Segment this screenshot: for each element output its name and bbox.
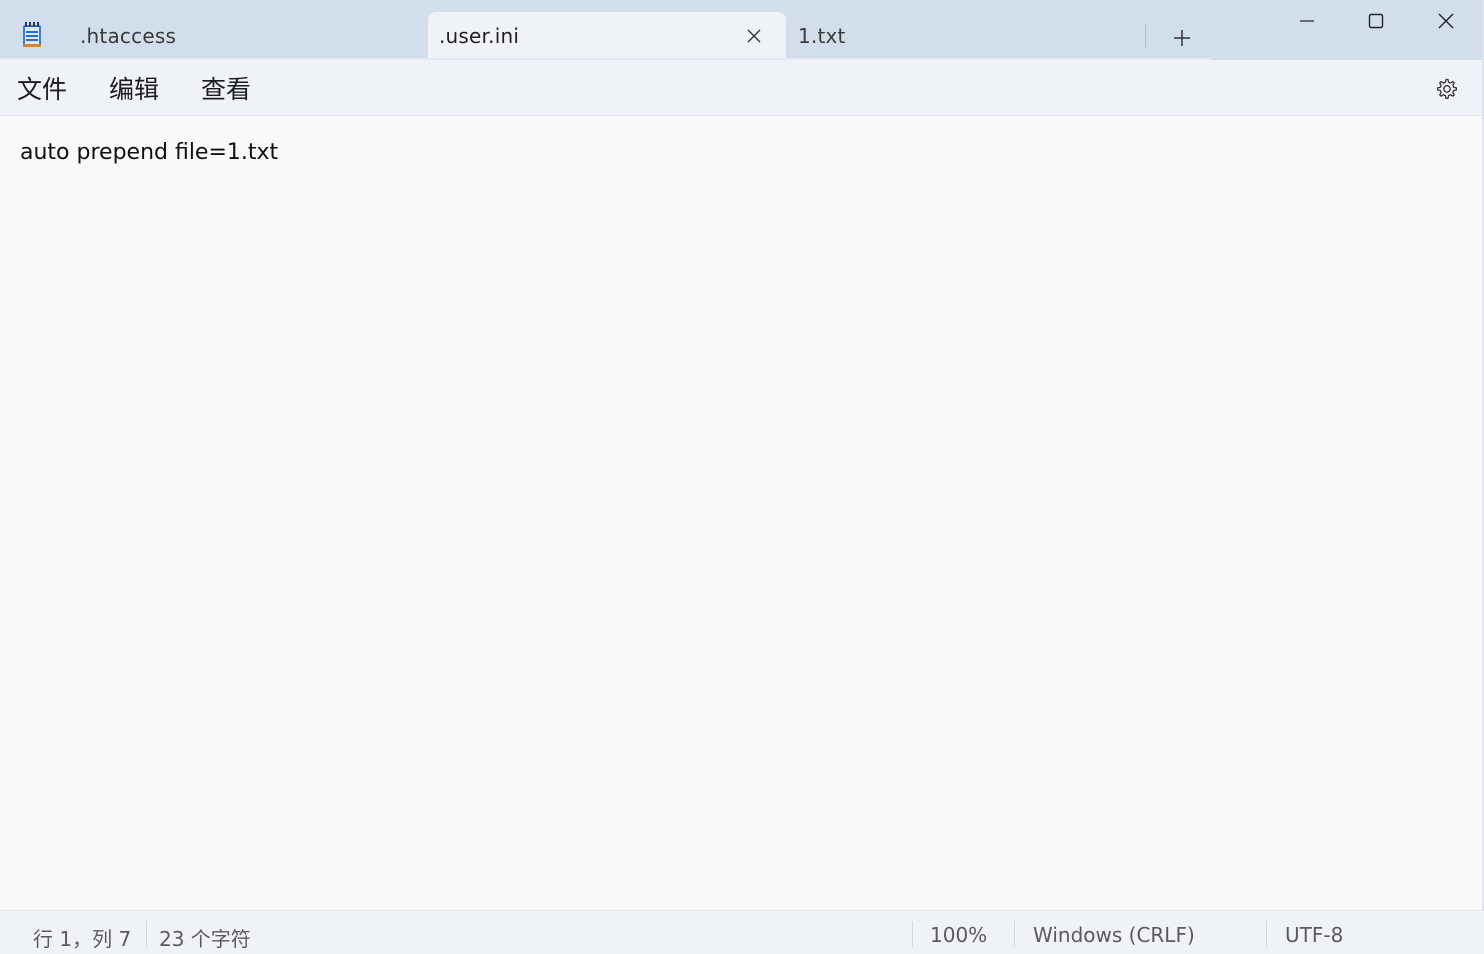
maximize-icon <box>1368 13 1384 29</box>
line-endings[interactable]: Windows (CRLF) <box>1033 923 1195 947</box>
status-divider <box>146 921 147 947</box>
status-divider <box>1266 921 1267 947</box>
tab-label: .htaccess <box>80 24 177 48</box>
tab-htaccess[interactable]: .htaccess <box>62 12 426 60</box>
tab-divider <box>1145 23 1146 49</box>
close-icon <box>1438 13 1454 29</box>
menu-file[interactable]: 文件 <box>17 72 67 104</box>
menu-edit[interactable]: 编辑 <box>109 72 159 104</box>
tab-label: .user.ini <box>439 24 520 48</box>
status-divider <box>1014 921 1015 947</box>
notepad-icon <box>23 22 41 47</box>
tab-user-ini[interactable]: .user.ini <box>428 12 786 60</box>
menu-view[interactable]: 查看 <box>201 72 251 104</box>
close-window-button[interactable] <box>1411 0 1481 42</box>
status-divider <box>912 921 913 947</box>
plus-icon <box>1174 30 1190 46</box>
zoom-level[interactable]: 100% <box>930 923 987 947</box>
maximize-button[interactable] <box>1341 0 1411 42</box>
close-icon[interactable] <box>744 26 764 46</box>
tab-label: 1.txt <box>798 24 846 48</box>
editor-text[interactable]: auto prepend file=1.txt <box>20 140 278 165</box>
editor-area[interactable]: auto prepend file=1.txt <box>0 116 1482 910</box>
settings-button[interactable] <box>1432 74 1462 104</box>
encoding[interactable]: UTF-8 <box>1285 923 1343 947</box>
title-bar: .htaccess .user.ini 1.txt <box>0 0 1484 60</box>
minimize-icon <box>1300 20 1314 22</box>
cursor-position: 行 1，列 7 <box>33 927 132 951</box>
status-bar: 行 1，列 7 23 个字符 100% Windows (CRLF) UTF-8 <box>0 910 1484 954</box>
minimize-button[interactable] <box>1272 0 1342 42</box>
tab-1-txt[interactable]: 1.txt <box>786 12 1146 60</box>
character-count: 23 个字符 <box>159 927 251 951</box>
menu-bar: 文件 编辑 查看 <box>0 60 1484 116</box>
new-tab-button[interactable] <box>1168 24 1196 52</box>
gear-icon <box>1436 78 1458 99</box>
